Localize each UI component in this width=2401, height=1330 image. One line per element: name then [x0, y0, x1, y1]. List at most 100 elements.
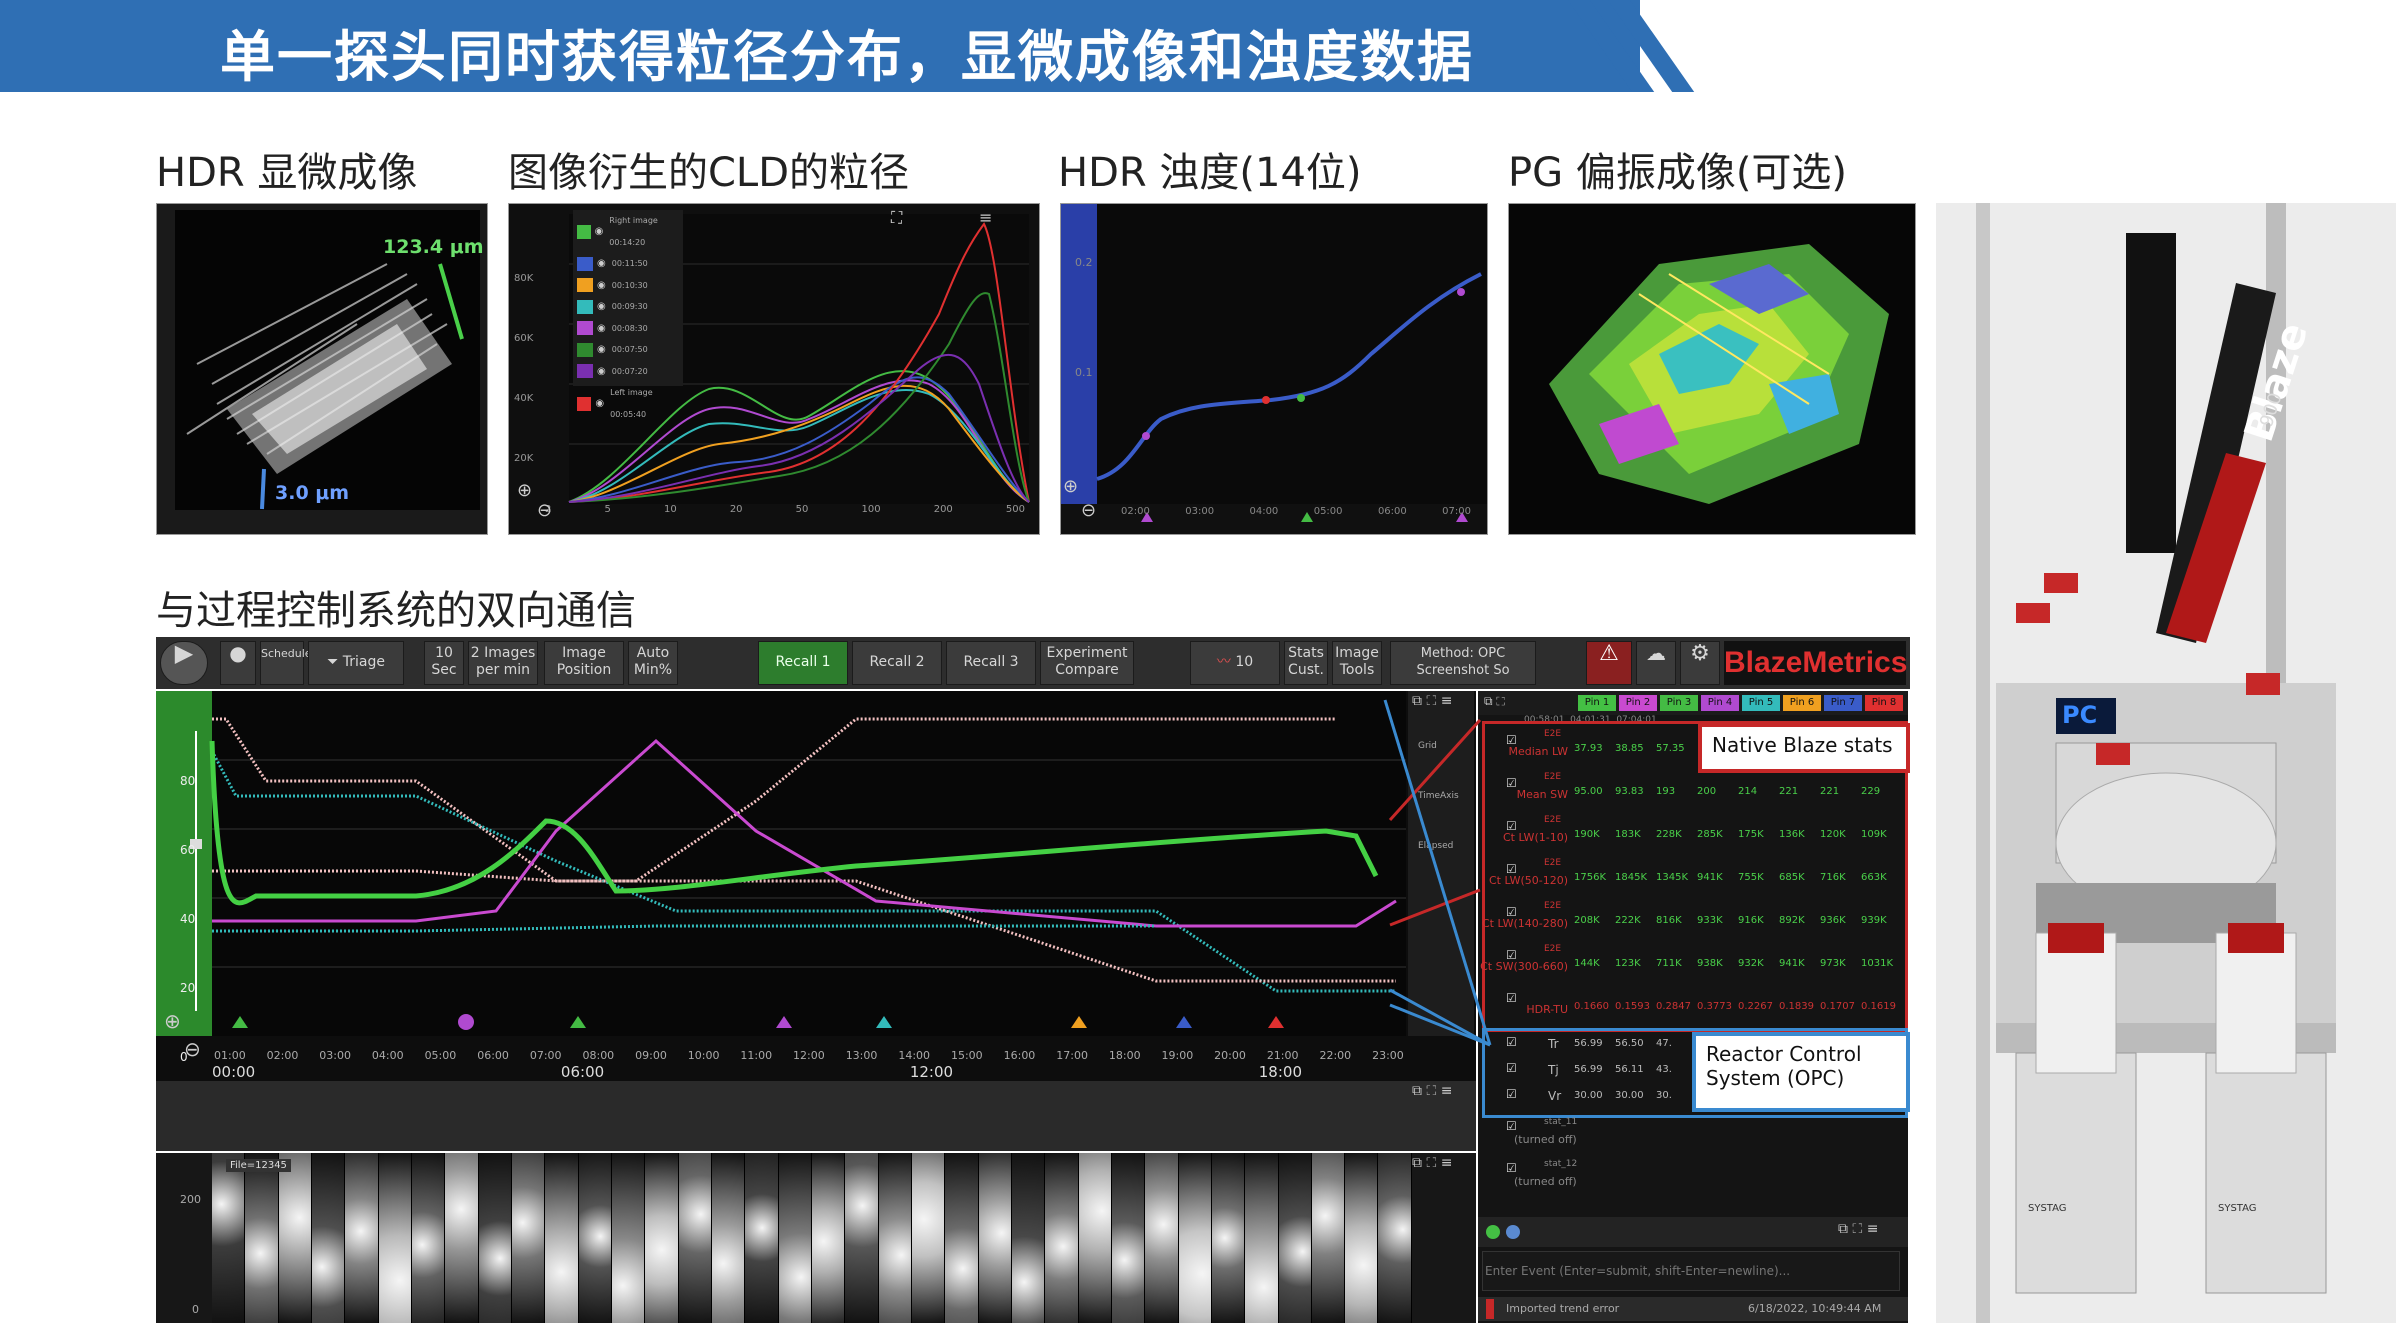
thumbnail-image[interactable]: [411, 1153, 446, 1323]
thumbnail-image[interactable]: [445, 1153, 479, 1323]
thumbnail-image[interactable]: [1211, 1153, 1246, 1323]
cld-legend-item[interactable]: ◉ Right image 00:14:20: [573, 210, 683, 253]
eye-icon[interactable]: ◉: [597, 296, 606, 318]
cld-legend-item[interactable]: ◉ 00:11:50: [573, 253, 683, 275]
thumbnail-image[interactable]: [278, 1153, 312, 1323]
thumbnail-image[interactable]: [678, 1153, 712, 1323]
thumbnail-image[interactable]: [745, 1153, 779, 1323]
zoom-out-icon[interactable]: ⊖: [184, 1037, 201, 1061]
cld-legend-item[interactable]: ◉ 00:10:30: [573, 275, 683, 297]
auto-min-button[interactable]: Auto Min%: [628, 641, 678, 685]
row-checkbox[interactable]: ☑: [1506, 1061, 1517, 1075]
recall1-button[interactable]: Recall 1: [758, 641, 848, 685]
cld-legend-item[interactable]: ◉ 00:09:30: [573, 296, 683, 318]
thumbnail-image[interactable]: [245, 1153, 279, 1323]
eye-icon[interactable]: ◉: [595, 221, 604, 243]
thumbnail-image[interactable]: [378, 1153, 412, 1323]
turb-y-tick: 0.2: [1075, 256, 1093, 269]
thumbnail-image[interactable]: [1311, 1153, 1346, 1323]
fullscreen-icon[interactable]: ⛶: [891, 208, 902, 228]
image-tools-button[interactable]: Image Tools: [1332, 641, 1382, 685]
thumbnail-image[interactable]: [212, 1153, 246, 1323]
row-checkbox[interactable]: ☑: [1506, 1161, 1517, 1175]
trend-count-button[interactable]: 〰 10: [1190, 641, 1280, 685]
zoom-in-icon[interactable]: ⊕: [517, 480, 532, 501]
eye-icon[interactable]: ◉: [597, 318, 606, 340]
pin-tab[interactable]: Pin 1: [1578, 695, 1616, 711]
thumbnail-image[interactable]: [1011, 1153, 1046, 1323]
thumbnail-image[interactable]: [645, 1153, 679, 1323]
pin-tab[interactable]: Pin 6: [1783, 695, 1821, 711]
thumbnail-image[interactable]: [545, 1153, 579, 1323]
panel-controls-icon[interactable]: ⧉ ⛶ ≡: [1412, 1083, 1452, 1099]
play-button[interactable]: ▶: [160, 641, 208, 685]
thumbnail-image[interactable]: [845, 1153, 879, 1323]
thumbnail-image[interactable]: [778, 1153, 812, 1323]
row-checkbox[interactable]: ☑: [1506, 776, 1517, 790]
thumbnail-image[interactable]: [1378, 1153, 1412, 1323]
thumbnail-image[interactable]: [878, 1153, 912, 1323]
method-button[interactable]: Method: OPC Screenshot So: [1390, 641, 1536, 685]
row-checkbox[interactable]: ☑: [1506, 1119, 1517, 1133]
eye-icon[interactable]: ◉: [597, 253, 606, 275]
thumbnail-image[interactable]: [978, 1153, 1012, 1323]
zoom-in-icon[interactable]: ⊕: [164, 1009, 181, 1033]
zoom-in-icon[interactable]: ⊕: [1063, 476, 1078, 497]
stats-custom-button[interactable]: Stats Cust.: [1284, 641, 1328, 685]
cloud-button[interactable]: ☁: [1636, 641, 1676, 685]
thumbnail-image[interactable]: [945, 1153, 979, 1323]
images-per-min-button[interactable]: 2 Images per min: [468, 641, 538, 685]
settings-button[interactable]: ⚙: [1680, 641, 1720, 685]
thumbnail-image[interactable]: [511, 1153, 546, 1323]
thumbnail-image[interactable]: [911, 1153, 946, 1323]
triage-button[interactable]: ⏷ Triage: [308, 641, 404, 685]
image-position-button[interactable]: Image Position: [544, 641, 624, 685]
thumbnail-image[interactable]: [1278, 1153, 1312, 1323]
eye-icon[interactable]: ◉: [597, 275, 606, 297]
panel-controls-icon[interactable]: ⧉ ⛶ ≡: [1838, 1221, 1878, 1237]
thumbnail-image[interactable]: [1245, 1153, 1279, 1323]
pin-tab[interactable]: Pin 2: [1619, 695, 1657, 711]
panel-controls-icon[interactable]: ⧉ ⛶ ≡: [1412, 1155, 1452, 1171]
thumbnail-image[interactable]: [711, 1153, 746, 1323]
row-checkbox[interactable]: ☑: [1506, 1087, 1517, 1101]
record-button[interactable]: ●: [220, 641, 256, 685]
cld-legend-item[interactable]: ◉ Left image 00:05:40: [573, 382, 683, 425]
thumbnail-image[interactable]: [811, 1153, 846, 1323]
recall2-button[interactable]: Recall 2: [852, 641, 942, 685]
zoom-out-icon[interactable]: ⊖: [537, 500, 552, 521]
warning-button[interactable]: ⚠: [1586, 641, 1632, 685]
thumbnail-image[interactable]: [311, 1153, 346, 1323]
cld-legend-item[interactable]: ◉ 00:08:30: [573, 318, 683, 340]
pin-tab[interactable]: Pin 5: [1742, 695, 1780, 711]
eye-icon[interactable]: ◉: [597, 361, 606, 383]
thumbnail-image[interactable]: [1345, 1153, 1379, 1323]
row-checkbox[interactable]: ☑: [1506, 1035, 1517, 1049]
cld-legend-item[interactable]: ◉ 00:07:20: [573, 361, 683, 383]
row-checkbox[interactable]: ☑: [1506, 991, 1517, 1005]
cld-legend-item[interactable]: ◉ 00:07:50: [573, 339, 683, 361]
menu-icon[interactable]: ≡: [979, 208, 992, 227]
pin-tab[interactable]: Pin 4: [1701, 695, 1739, 711]
schedule-button[interactable]: Schedule: [260, 641, 312, 685]
zoom-out-icon[interactable]: ⊖: [1081, 500, 1096, 521]
thumbnail-image[interactable]: [1111, 1153, 1146, 1323]
thumbnail-image[interactable]: [1045, 1153, 1079, 1323]
recall3-button[interactable]: Recall 3: [946, 641, 1036, 685]
thumbnail-image[interactable]: [1145, 1153, 1179, 1323]
experiment-compare-button[interactable]: Experiment Compare: [1040, 641, 1134, 685]
thumbnail-image[interactable]: [345, 1153, 379, 1323]
row-value: 190K: [1574, 829, 1600, 840]
eye-icon[interactable]: ◉: [597, 339, 606, 361]
interval-button[interactable]: 10 Sec: [424, 641, 464, 685]
pin-tab[interactable]: Pin 7: [1824, 695, 1862, 711]
thumbnail-image[interactable]: [1078, 1153, 1112, 1323]
eye-icon[interactable]: ◉: [595, 393, 604, 415]
thumbnail-image[interactable]: [578, 1153, 612, 1323]
event-input[interactable]: [1482, 1251, 1900, 1291]
thumbnail-image[interactable]: [478, 1153, 512, 1323]
thumbnail-image[interactable]: [1178, 1153, 1212, 1323]
pin-tab[interactable]: Pin 3: [1660, 695, 1698, 711]
pin-tab[interactable]: Pin 8: [1865, 695, 1903, 711]
thumbnail-image[interactable]: [611, 1153, 646, 1323]
